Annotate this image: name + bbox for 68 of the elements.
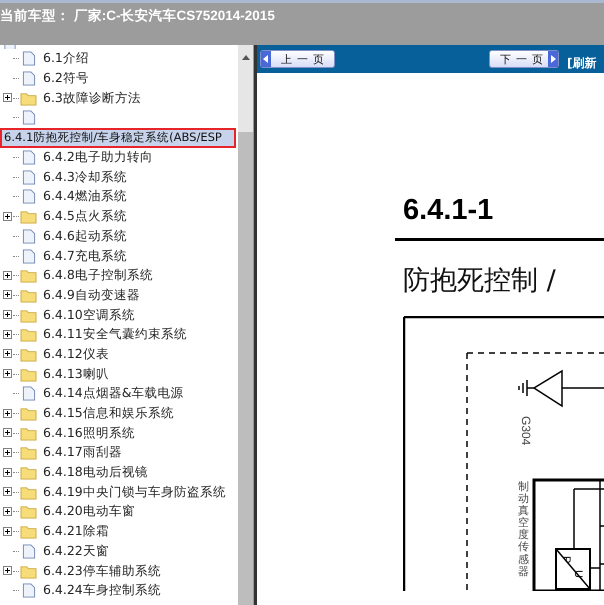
expand-icon[interactable] <box>3 290 13 300</box>
tree-item[interactable]: 6.1介绍 <box>0 49 238 69</box>
tree-item[interactable]: 6.4.4燃油系统 <box>0 187 238 207</box>
tree-item[interactable]: 6.4.11安全气囊约束系统 <box>0 324 238 345</box>
folder-icon <box>20 484 37 500</box>
tree-item[interactable]: 6.4.6起动系统 <box>0 226 238 246</box>
sensor-label: 制动真空度传感器 <box>518 481 529 578</box>
tree-item[interactable]: 6.4.7充电系统 <box>0 246 238 266</box>
folder-icon <box>20 268 37 284</box>
tree-item[interactable]: 6.4.13喇叭 <box>0 364 238 384</box>
document-title: 防抱死控制 / <box>403 264 557 298</box>
expand-icon[interactable] <box>3 526 13 537</box>
tree-item[interactable]: 6.4.22天窗 <box>0 542 238 562</box>
folder-icon <box>20 288 37 303</box>
folder-icon <box>20 209 37 224</box>
folder-icon <box>20 504 37 520</box>
tree-item[interactable]: 6.4.20电动车窗 <box>0 502 238 522</box>
tree-item[interactable]: 6.4.18电动后视镜 <box>0 462 238 482</box>
tree-item[interactable]: 6.2符号 <box>0 68 238 88</box>
previous-page-button[interactable]: 上一页 <box>260 50 335 68</box>
scrollbar[interactable] <box>238 45 253 605</box>
folder-icon <box>20 327 37 342</box>
tree-item[interactable]: 6.4.1防抱死控制/车身稳定系统(ABS/ESP <box>0 128 236 148</box>
folder-icon <box>20 465 37 480</box>
folder-icon <box>20 366 37 382</box>
scroll-up-arrow-icon[interactable] <box>242 55 250 60</box>
next-page-button[interactable]: 下一页 <box>489 50 559 68</box>
folder-icon <box>20 426 37 441</box>
tree-item[interactable]: 6.4.21除霜 <box>0 522 238 542</box>
expand-icon[interactable] <box>3 408 13 419</box>
tree-item[interactable]: 6.4.14点烟器&车载电源 <box>0 384 238 404</box>
folder-icon <box>20 445 37 460</box>
expand-icon[interactable] <box>3 310 13 320</box>
folder-icon <box>20 346 37 362</box>
expand-icon[interactable] <box>3 369 13 380</box>
tree-item[interactable]: 6.3故障诊断方法 <box>0 88 238 108</box>
expand-icon[interactable] <box>3 270 13 281</box>
expand-icon[interactable] <box>3 428 13 438</box>
tree-item[interactable]: 6.4.19中央门锁与车身防盗系统 <box>0 482 238 502</box>
refresh-link[interactable]: [刷新 <box>567 54 596 72</box>
expand-icon[interactable] <box>3 93 13 104</box>
expand-icon[interactable] <box>3 448 13 458</box>
tree-item[interactable]: 6.4.8电子控制系统 <box>0 266 238 286</box>
expand-icon[interactable] <box>3 349 13 360</box>
tree-item[interactable]: 6.4.10空调系统 <box>0 305 238 325</box>
folder-icon <box>20 308 37 323</box>
tree-item[interactable]: 6.4.24车身控制系统 <box>0 580 238 601</box>
tree-item[interactable]: 6.4.15信息和娱乐系统 <box>0 404 238 424</box>
tree-item[interactable]: 6.4.3冷却系统 <box>0 167 238 188</box>
tree-item[interactable]: 6.4.16照明系统 <box>0 423 238 444</box>
expand-icon[interactable] <box>3 330 13 340</box>
tree-item[interactable]: 6.4.2电子助力转向 <box>0 148 238 168</box>
expand-icon[interactable] <box>3 468 13 478</box>
expand-icon[interactable] <box>3 487 13 498</box>
tree-item[interactable]: 6.4.17雨刮器 <box>0 443 238 463</box>
tree-item[interactable]: 6.4.9自动变速器 <box>0 286 238 306</box>
folder-icon <box>20 564 37 579</box>
current-model-label: 当前车型： 厂家:C-长安汽车CS752014-2015 <box>0 7 275 25</box>
folder-icon <box>20 406 37 422</box>
tree-item[interactable]: 6.4.12仪表 <box>0 344 238 364</box>
tree-item[interactable]: 6.4.5点火系统 <box>0 206 238 226</box>
expand-icon[interactable] <box>3 506 13 517</box>
tree-item[interactable]: 6.4.23停车辅助系统 <box>0 561 238 581</box>
page-number: 6.4.1-1 <box>403 193 494 227</box>
expand-icon[interactable] <box>3 566 13 576</box>
expand-icon[interactable] <box>3 212 13 222</box>
folder-icon <box>20 90 37 106</box>
folder-icon <box>20 524 37 540</box>
